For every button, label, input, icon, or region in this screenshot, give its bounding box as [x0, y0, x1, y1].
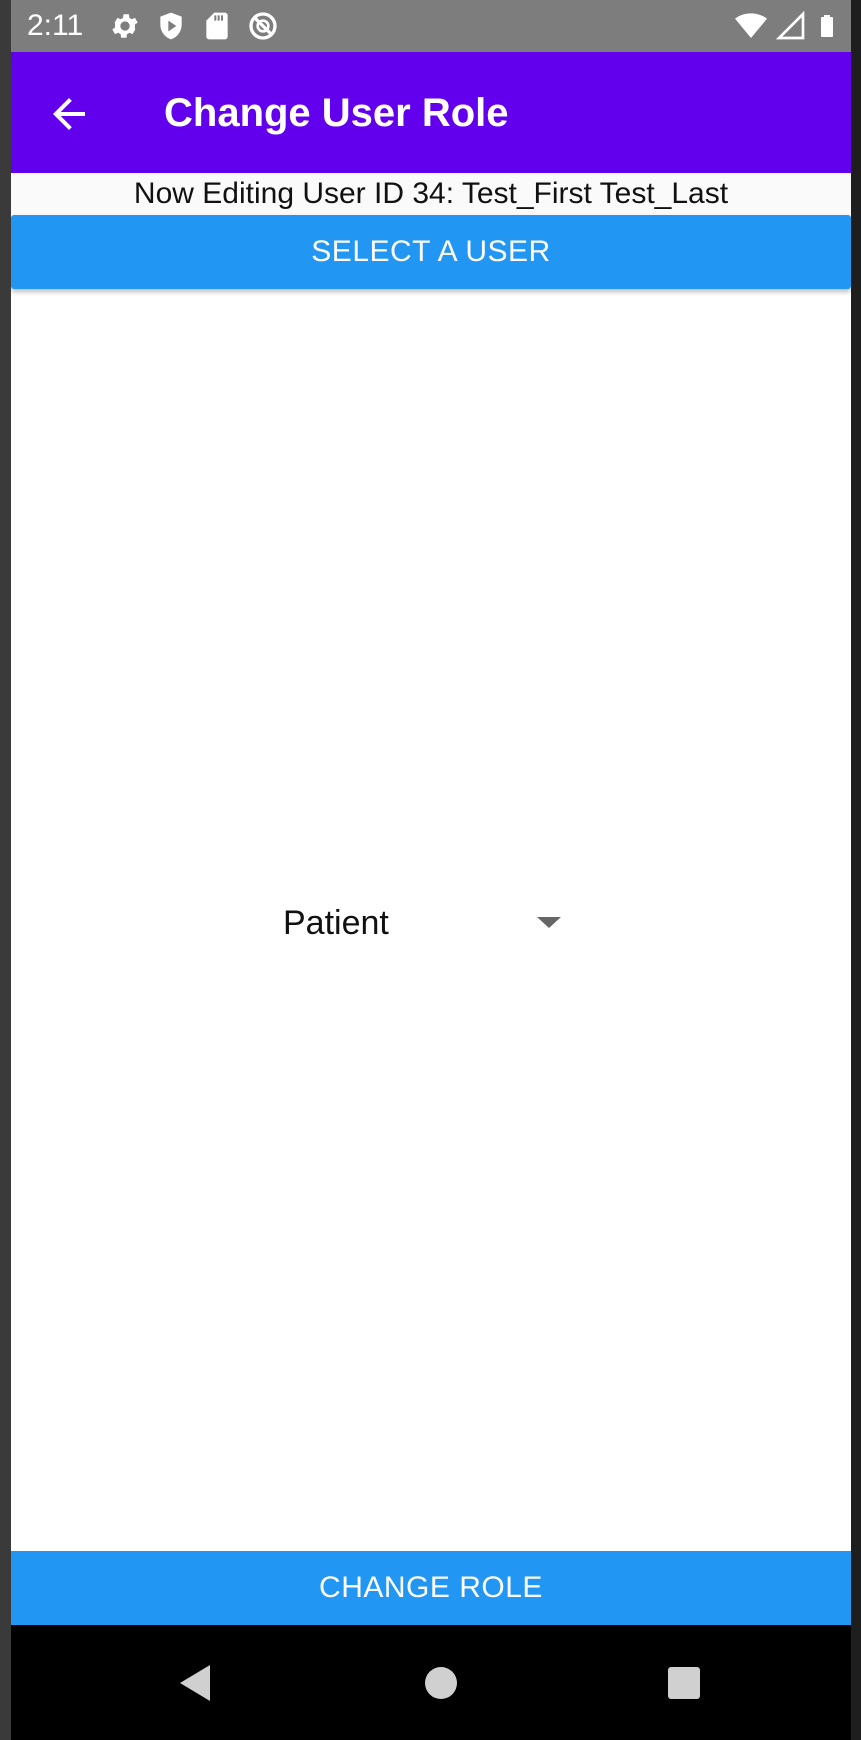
- gear-icon: [112, 14, 138, 38]
- no-disturb-icon: [249, 12, 277, 40]
- battery-icon: [821, 15, 833, 37]
- nav-recents-button[interactable]: [624, 1625, 744, 1740]
- nav-back-button[interactable]: [138, 1625, 258, 1740]
- status-time: 2:11: [27, 9, 84, 42]
- status-bar: 2:11: [11, 0, 851, 52]
- sd-card-icon: [206, 12, 228, 40]
- home-circle-icon: [425, 1667, 457, 1699]
- back-button[interactable]: [45, 90, 93, 138]
- system-nav-bar: [11, 1625, 851, 1740]
- role-dropdown[interactable]: Patient: [283, 895, 573, 951]
- emulator-edge: [851, 0, 861, 1740]
- editing-user-label: Now Editing User ID 34: Test_First Test_…: [11, 173, 851, 215]
- back-triangle-icon: [180, 1665, 210, 1701]
- status-icons-right: [735, 10, 839, 42]
- play-protect-icon: [160, 12, 182, 40]
- wifi-icon: [735, 13, 767, 39]
- change-role-button[interactable]: CHANGE ROLE: [11, 1551, 851, 1625]
- page-title: Change User Role: [164, 91, 509, 135]
- phone-screen: 2:11 Change User Role Now Editing User I…: [11, 0, 851, 1740]
- nav-home-button[interactable]: [381, 1625, 501, 1740]
- select-user-button[interactable]: SELECT A USER: [11, 215, 851, 289]
- recents-square-icon: [668, 1667, 700, 1699]
- app-bar: Change User Role: [11, 52, 851, 173]
- cell-signal-icon: [775, 10, 805, 40]
- status-icons-left: [109, 10, 279, 42]
- role-selected-value: Patient: [283, 904, 389, 942]
- caret-down-icon: [537, 917, 561, 928]
- arrow-left-icon: [53, 98, 85, 130]
